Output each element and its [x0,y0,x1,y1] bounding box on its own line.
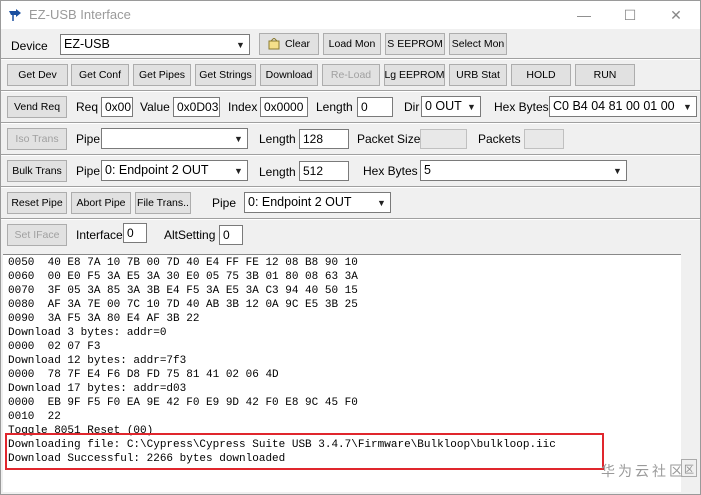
packets-input[interactable] [524,129,564,149]
hex-bytes-value: C0 B4 04 81 00 01 00 [553,99,675,113]
log-line: 0000 78 7F E4 F6 D8 FD 75 81 41 02 06 4D [8,369,279,381]
altsetting-label: AltSetting [164,228,216,242]
chevron-down-icon[interactable]: ▼ [230,129,247,148]
reload-button[interactable]: Re-Load [322,64,380,86]
log-line: Download 12 bytes: addr=7f3 [8,355,187,367]
reset-pipe-button[interactable]: Reset Pipe [7,192,67,214]
get-pipes-button[interactable]: Get Pipes [133,64,191,86]
hex-bytes-label: Hex Bytes [494,100,549,114]
watermark: 华为云社区 [601,463,686,479]
chevron-down-icon[interactable]: ▼ [373,193,390,212]
length-label: Length [316,100,353,114]
divider [1,122,700,124]
clear-icon [268,37,280,49]
bulk-hex-bytes-select[interactable]: 5 ▼ [420,160,627,181]
pipe-label: Pipe [76,164,101,178]
index-input[interactable]: 0x0000 [260,97,308,117]
usb-app-icon [9,9,21,21]
abort-pipe-button[interactable]: Abort Pipe [71,192,131,214]
minimize-button[interactable]: — [561,1,607,29]
log-scrollbar[interactable] [681,254,698,492]
interface-input[interactable]: 0 [123,223,147,243]
log-line: 0010 22 [8,411,61,423]
window-title: EZ-USB Interface [29,7,131,22]
lg-eeprom-button[interactable]: Lg EEPROM [384,64,445,86]
vend-req-button[interactable]: Vend Req [7,96,67,118]
log-line: 0000 02 07 F3 [8,341,101,353]
watermark-logo-icon: 区 [681,459,697,477]
title-bar: EZ-USB Interface — ☐ ✕ [1,1,700,29]
maximize-button[interactable]: ☐ [607,1,653,29]
altsetting-input[interactable]: 0 [219,225,243,245]
length-input[interactable]: 0 [357,97,393,117]
load-mon-button[interactable]: Load Mon [323,33,381,55]
iso-trans-button[interactable]: Iso Trans [7,128,67,150]
device-select[interactable]: EZ-USB ▼ [60,34,250,55]
dir-value: 0 OUT [425,99,462,113]
value-label: Value [140,100,170,114]
index-label: Index [228,100,258,114]
bulk-pipe-value: 0: Endpoint 2 OUT [105,163,209,177]
log-line: 0070 3F 05 3A 85 3A 3B E4 F5 3A E5 3A C3… [8,285,358,297]
chevron-down-icon[interactable]: ▼ [609,161,626,180]
pipe-label: Pipe [212,196,237,210]
s-eeprom-button[interactable]: S EEPROM [385,33,445,55]
ez-usb-window: EZ-USB Interface — ☐ ✕ Device EZ-USB ▼ C… [0,0,701,495]
get-strings-button[interactable]: Get Strings [195,64,256,86]
log-line: 0090 3A F5 3A 80 E4 AF 3B 22 [8,313,200,325]
length-label: Length [259,132,296,146]
bulk-trans-button[interactable]: Bulk Trans [7,160,67,182]
hold-button[interactable]: HOLD [511,64,571,86]
reset-pipe-select[interactable]: 0: Endpoint 2 OUT ▼ [244,192,391,213]
download-button[interactable]: Download [260,64,318,86]
hex-bytes-select[interactable]: C0 B4 04 81 00 01 00 ▼ [549,96,697,117]
dir-label: Dir [404,100,420,114]
divider [1,186,700,188]
value-input[interactable]: 0x0D03 [173,97,220,117]
chevron-down-icon[interactable]: ▼ [463,97,480,116]
file-trans-button[interactable]: File Trans.. [135,192,191,214]
divider [1,90,700,92]
log-line: 0050 40 E8 7A 10 7B 00 7D 40 E4 FF FE 12… [8,257,358,269]
log-line: 0000 EB 9F F5 F0 EA 9E 42 F0 E9 9D 42 F0… [8,397,358,409]
close-button[interactable]: ✕ [653,1,699,29]
interface-label: Interface [76,228,123,242]
length-label: Length [259,165,296,179]
log-line: 0080 AF 3A 7E 00 7C 10 7D 40 AB 3B 12 0A… [8,299,358,311]
divider [1,218,700,220]
bulk-pipe-select[interactable]: 0: Endpoint 2 OUT ▼ [101,160,248,181]
clear-button[interactable]: Clear [259,33,319,55]
set-iface-button[interactable]: Set IFace [7,224,67,246]
chevron-down-icon[interactable]: ▼ [230,161,247,180]
device-value: EZ-USB [64,37,110,51]
highlight-box [5,433,604,470]
iso-pipe-select[interactable]: ▼ [101,128,248,149]
log-line: 0060 00 E0 F5 3A E5 3A 30 E0 05 75 3B 01… [8,271,358,283]
log-line: Download 17 bytes: addr=d03 [8,383,187,395]
divider [1,154,700,156]
device-label: Device [11,39,48,53]
packet-size-label: Packet Size [357,132,421,146]
urb-stat-button[interactable]: URB Stat [449,64,507,86]
req-label: Req [76,100,99,114]
hex-bytes-label: Hex Bytes [363,164,418,178]
iso-length-input[interactable]: 128 [299,129,349,149]
get-dev-button[interactable]: Get Dev [7,64,68,86]
log-line: Download 3 bytes: addr=0 [8,327,167,339]
chevron-down-icon[interactable]: ▼ [679,97,696,116]
bulk-length-input[interactable]: 512 [299,161,349,181]
req-input[interactable]: 0x00 [101,97,133,117]
divider [1,58,700,60]
get-conf-button[interactable]: Get Conf [71,64,129,86]
packet-size-input[interactable] [420,129,467,149]
packets-label: Packets [478,132,521,146]
select-mon-button[interactable]: Select Mon [449,33,507,55]
chevron-down-icon[interactable]: ▼ [232,35,249,54]
pipe-label: Pipe [76,132,101,146]
bulk-hex-bytes-value: 5 [424,163,431,177]
run-button[interactable]: RUN [575,64,635,86]
reset-pipe-value: 0: Endpoint 2 OUT [248,195,352,209]
dir-select[interactable]: 0 OUT ▼ [421,96,481,117]
